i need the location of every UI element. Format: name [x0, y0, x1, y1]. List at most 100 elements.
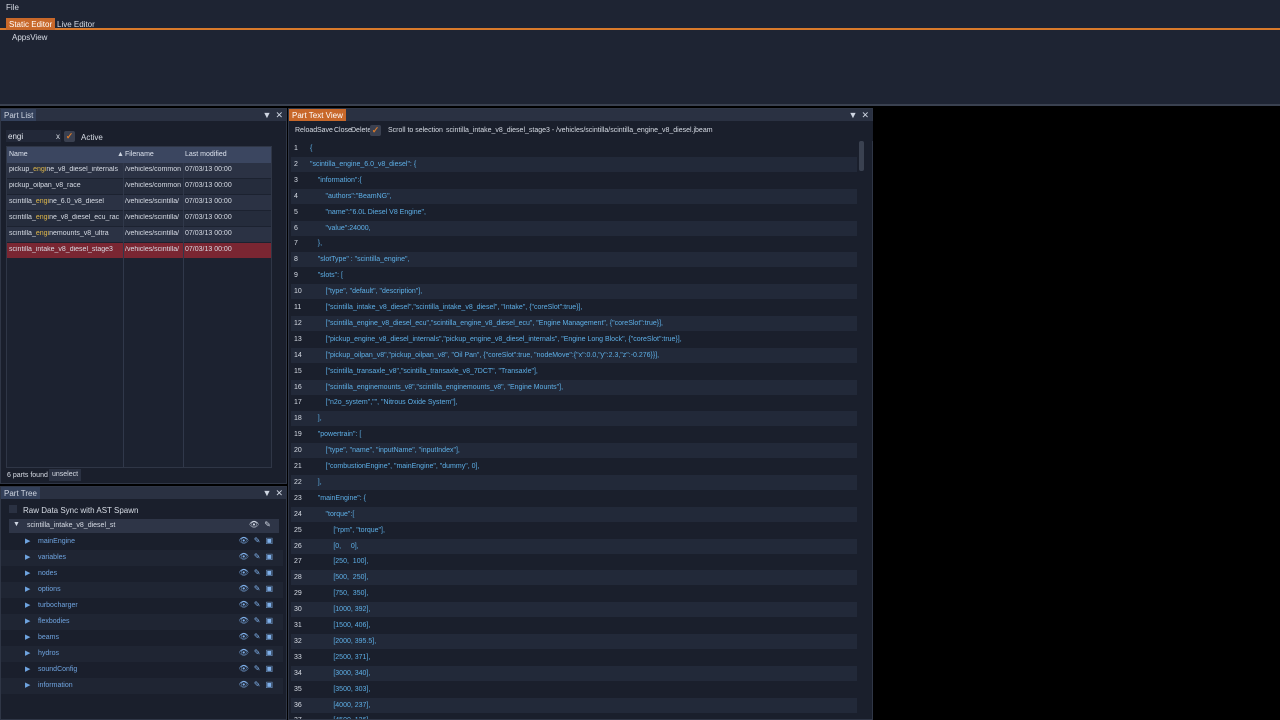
eye-icon[interactable]: 👁: [239, 680, 249, 689]
part-list-row[interactable]: scintilla_engine_v8_diesel_ecu_rac/vehic…: [7, 211, 271, 226]
column-last-modified[interactable]: Last modified: [185, 151, 227, 158]
clear-search-button[interactable]: x: [56, 132, 60, 141]
export-icon[interactable]: ▣: [265, 552, 273, 561]
eye-icon[interactable]: 👁: [239, 648, 249, 657]
edit-icon[interactable]: ✎: [254, 664, 261, 673]
expand-arrow-icon[interactable]: ▶: [25, 649, 30, 657]
part-list-row[interactable]: pickup_engine_v8_diesel_internals/vehicl…: [7, 163, 271, 178]
code-text: [1000, 392],: [310, 606, 371, 614]
expand-arrow-icon[interactable]: ▶: [25, 681, 30, 689]
edit-icon[interactable]: ✎: [254, 584, 261, 593]
expand-arrow-icon[interactable]: ▶: [25, 617, 30, 625]
edit-icon[interactable]: ✎: [254, 616, 261, 625]
pin-icon[interactable]: ▼: [263, 110, 272, 120]
export-icon[interactable]: ▣: [265, 664, 273, 673]
expand-arrow-icon[interactable]: ▶: [25, 601, 30, 609]
eye-icon[interactable]: 👁: [239, 616, 249, 625]
export-icon[interactable]: ▣: [265, 600, 273, 609]
code-scrollbar[interactable]: [859, 141, 864, 171]
close-icon[interactable]: ✕: [861, 110, 869, 120]
expand-arrow-icon[interactable]: ▶: [25, 553, 30, 561]
part-search-input[interactable]: [6, 130, 61, 142]
expand-arrow-icon[interactable]: ▶: [25, 569, 30, 577]
export-icon[interactable]: ▣: [265, 632, 273, 641]
export-icon[interactable]: ▣: [265, 616, 273, 625]
part-list-row[interactable]: scintilla_engine_6.0_v8_diesel/vehicles/…: [7, 195, 271, 210]
edit-icon[interactable]: ✎: [254, 552, 261, 561]
tree-item-mainengine[interactable]: ▶ mainEngine 👁 ✎ ▣: [1, 534, 283, 550]
eye-icon[interactable]: 👁: [239, 600, 249, 609]
expand-arrow-icon[interactable]: ▶: [25, 665, 30, 673]
tree-item-information[interactable]: ▶ information 👁 ✎ ▣: [1, 678, 283, 694]
close-icon[interactable]: ✕: [275, 488, 283, 498]
part-modified: 07/03/13 00:00: [185, 214, 232, 221]
tree-item-nodes[interactable]: ▶ nodes 👁 ✎ ▣: [1, 566, 283, 582]
eye-icon[interactable]: 👁: [239, 584, 249, 593]
line-number: 17: [294, 399, 302, 407]
code-editor[interactable]: 1{2 "scintilla_engine_6.0_v8_diesel": {3 …: [291, 141, 857, 719]
column-filename[interactable]: Filename: [125, 151, 154, 158]
part-list-row[interactable]: pickup_oilpan_v8_race/vehicles/common 07/…: [7, 179, 271, 194]
save-button[interactable]: Save: [317, 127, 333, 134]
collapse-arrow-icon[interactable]: ▼: [13, 521, 20, 528]
expand-arrow-icon[interactable]: ▶: [25, 585, 30, 593]
code-text: [2500, 371],: [310, 653, 371, 661]
tab-live-editor[interactable]: Live Editor: [54, 18, 98, 30]
eye-icon[interactable]: 👁: [239, 536, 249, 545]
export-icon[interactable]: ▣: [265, 584, 273, 593]
export-icon[interactable]: ▣: [265, 680, 273, 689]
tree-item-hydros[interactable]: ▶ hydros 👁 ✎ ▣: [1, 646, 283, 662]
column-name[interactable]: Name: [9, 151, 28, 158]
part-filename: /vehicles/scintilla/: [125, 246, 180, 253]
tree-item-options[interactable]: ▶ options 👁 ✎ ▣: [1, 582, 283, 598]
edit-icon[interactable]: ✎: [254, 648, 261, 657]
code-line: 14 ["pickup_oilpan_v8","pickup_oilpan_v8…: [291, 347, 857, 363]
expand-arrow-icon[interactable]: ▶: [25, 537, 30, 545]
line-number: 16: [294, 383, 302, 391]
unselect-button[interactable]: unselect: [49, 469, 82, 481]
line-number: 27: [294, 558, 302, 566]
tree-item-flexbodies[interactable]: ▶ flexbodies 👁 ✎ ▣: [1, 614, 283, 630]
eye-icon[interactable]: 👁: [239, 664, 249, 673]
text-view-title: Part Text View: [289, 109, 346, 121]
tab-static-editor[interactable]: Static Editor: [6, 18, 56, 30]
code-line: 15 ["scintilla_transaxle_v8","scintilla_…: [291, 364, 857, 379]
edit-icon[interactable]: ✎: [254, 536, 261, 545]
eye-icon[interactable]: 👁: [239, 632, 249, 641]
line-number: 12: [294, 319, 302, 327]
close-icon[interactable]: ✕: [275, 110, 283, 120]
delete-button[interactable]: Delete: [351, 127, 371, 134]
export-icon[interactable]: ▣: [265, 568, 273, 577]
edit-icon[interactable]: ✎: [254, 632, 261, 641]
close-button[interactable]: Close: [334, 127, 352, 134]
export-icon[interactable]: ▣: [265, 536, 273, 545]
export-icon[interactable]: ▣: [265, 648, 273, 657]
eye-icon[interactable]: 👁: [239, 552, 249, 561]
edit-icon[interactable]: ✎: [254, 568, 261, 577]
edit-icon[interactable]: ✎: [264, 520, 271, 529]
pin-icon[interactable]: ▼: [849, 110, 858, 120]
line-number: 19: [294, 431, 302, 439]
reload-button[interactable]: Reload: [295, 127, 317, 134]
tree-item-turbocharger[interactable]: ▶ turbocharger 👁 ✎ ▣: [1, 598, 283, 614]
tree-item-beams[interactable]: ▶ beams 👁 ✎ ▣: [1, 630, 283, 646]
part-list-row[interactable]: scintilla_enginemounts_v8_ultra/vehicles…: [7, 227, 271, 242]
raw-data-sync-label: Raw Data Sync with AST Spawn: [23, 506, 139, 515]
eye-icon[interactable]: 👁: [249, 520, 259, 529]
part-list-row[interactable]: scintilla_intake_v8_diesel_stage3/vehicl…: [7, 243, 271, 258]
tree-item-soundconfig[interactable]: ▶ soundConfig 👁 ✎ ▣: [1, 662, 283, 678]
tree-item-variables[interactable]: ▶ variables 👁 ✎ ▣: [1, 550, 283, 566]
scroll-to-selection-checkbox[interactable]: ✓: [370, 125, 381, 136]
active-checkbox[interactable]: ✓: [64, 131, 75, 142]
menu-file[interactable]: File: [6, 3, 19, 12]
expand-arrow-icon[interactable]: ▶: [25, 633, 30, 641]
raw-sync-checkbox[interactable]: [9, 505, 17, 513]
eye-icon[interactable]: 👁: [239, 568, 249, 577]
tree-root-row[interactable]: ▼ scintilla_intake_v8_diesel_st 👁 ✎: [9, 519, 279, 533]
code-line: 37 [4500, 126],: [291, 713, 857, 719]
line-number: 29: [294, 590, 302, 598]
pin-icon[interactable]: ▼: [263, 488, 272, 498]
edit-icon[interactable]: ✎: [254, 600, 261, 609]
line-number: 37: [294, 717, 308, 719]
edit-icon[interactable]: ✎: [254, 680, 261, 689]
